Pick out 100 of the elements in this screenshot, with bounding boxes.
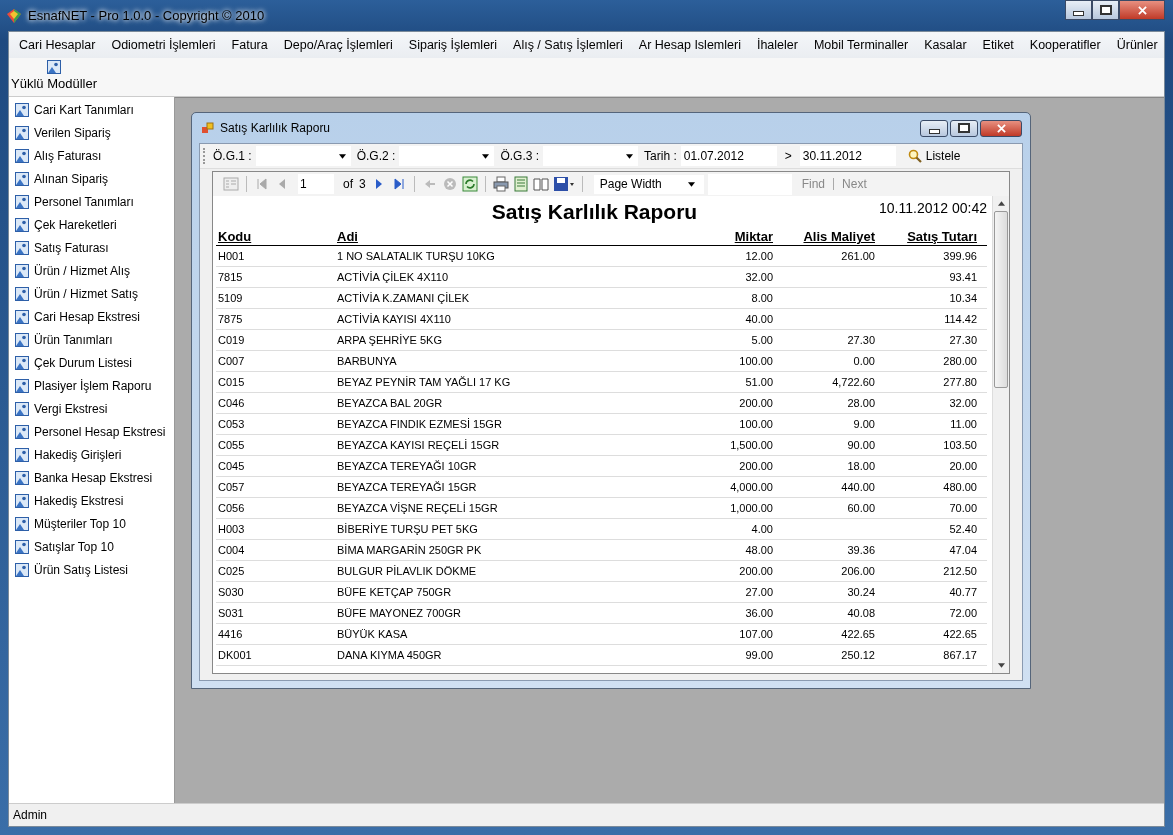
sidebar-item[interactable]: Cari Hesap Ekstresi (9, 305, 174, 328)
maximize-button[interactable] (1092, 0, 1119, 20)
table-cell-text: ACTİVİA KAYISI 4X110 (336, 313, 452, 325)
table-cell-text: BEYAZCA BAL 20GR (336, 397, 444, 409)
close-button[interactable] (980, 119, 1022, 137)
table-cell-text: C045 (217, 460, 246, 472)
date-from-field[interactable]: 01.07.2012 (680, 146, 777, 166)
table-cell-text: C004 (217, 544, 246, 556)
sidebar-item[interactable]: Personel Hesap Ekstresi (9, 420, 174, 443)
column-header: Satış Tutarı (906, 229, 978, 244)
menu-item[interactable]: Ar Hesap Islemleri (630, 38, 749, 52)
table-cell-text: 51.00 (744, 376, 774, 388)
table-cell-text: 7815 (217, 271, 244, 283)
page-setup-icon[interactable] (532, 176, 549, 192)
scroll-down-icon[interactable] (997, 663, 1005, 668)
sidebar-item[interactable]: Ürün / Hizmet Alış (9, 259, 174, 282)
table-cell-text: 40.77 (948, 586, 978, 598)
sidebar-item[interactable]: Cari Kart Tanımları (9, 98, 174, 121)
sidebar-item[interactable]: Hakediş Ekstresi (9, 489, 174, 512)
close-button[interactable] (1119, 0, 1165, 20)
table-cell-text: H001 (217, 250, 246, 262)
table-cell-text: 30.24 (846, 586, 876, 598)
table-cell-text: 100.00 (738, 418, 774, 430)
table-cell-text: BEYAZCA KAYISI REÇELİ 15GR (336, 439, 501, 451)
picture-icon (15, 102, 29, 117)
sidebar-item[interactable]: Ürün Satış Listesi (9, 558, 174, 581)
table-cell-text: C053 (217, 418, 246, 430)
sidebar-item[interactable]: Çek Durum Listesi (9, 351, 174, 374)
table-cell-text: 40.08 (846, 607, 876, 619)
sidebar-item[interactable]: Satış Faturası (9, 236, 174, 259)
sidebar-item[interactable]: Ürün Tanımları (9, 328, 174, 351)
scrollbar[interactable] (992, 196, 1009, 673)
page-number-field[interactable]: 1 (298, 174, 334, 194)
picture-icon (47, 60, 61, 74)
print-icon[interactable] (492, 176, 509, 192)
table-cell-text: C019 (217, 334, 246, 346)
minimize-button[interactable] (920, 119, 948, 137)
loaded-modules-button[interactable]: Yüklü Modüller (9, 58, 97, 96)
save-icon[interactable] (552, 176, 575, 192)
maximize-button[interactable] (950, 119, 978, 137)
menu-item[interactable]: Ürünler (1108, 38, 1166, 52)
menu-item[interactable]: Cari Hesaplar (11, 38, 104, 52)
close-icon (1137, 5, 1147, 15)
table-cell-text: S030 (217, 586, 245, 598)
picture-icon (15, 309, 29, 324)
sidebar-item[interactable]: Müşteriler Top 10 (9, 512, 174, 535)
sidebar-item[interactable]: Alış Faturası (9, 144, 174, 167)
menu-item[interactable]: İhaleler (748, 38, 806, 52)
table-cell-text: 8.00 (750, 292, 774, 304)
table-cell-text: BÜFE MAYONEZ 700GR (336, 607, 462, 619)
menu-item[interactable]: Etiket (974, 38, 1022, 52)
column-header: Adi (336, 229, 359, 244)
table-cell-text: 206.00 (840, 565, 876, 577)
sidebar-item[interactable]: Satışlar Top 10 (9, 535, 174, 558)
table-cell-text: 60.00 (846, 502, 876, 514)
table-cell-text: 20.00 (948, 460, 978, 472)
sidebar-item[interactable]: Banka Hesap Ekstresi (9, 466, 174, 489)
sidebar-item[interactable]: Vergi Ekstresi (9, 397, 174, 420)
menu-item[interactable]: Odiometri İşlemleri (103, 38, 224, 52)
zoom-dropdown[interactable]: Page Width (593, 174, 704, 194)
table-cell-text: 5.00 (750, 334, 774, 346)
sidebar-item[interactable]: Alınan Sipariş (9, 167, 174, 190)
table-cell-text: 48.00 (744, 544, 774, 556)
menu-item[interactable]: Kooperatifler (1021, 38, 1109, 52)
table-cell-text: 39.36 (846, 544, 876, 556)
menu-item[interactable]: Mobil Terminaller (805, 38, 917, 52)
table-cell-text: 440.00 (840, 481, 876, 493)
minimize-button[interactable] (1065, 0, 1092, 20)
menu-item[interactable]: Fatura (223, 38, 276, 52)
sidebar-item[interactable]: Personel Tanımları (9, 190, 174, 213)
menu-item[interactable]: Sipariş İşlemleri (400, 38, 506, 52)
picture-icon (15, 447, 29, 462)
date-to-field[interactable]: 30.11.2012 (799, 146, 896, 166)
caret-icon (626, 153, 634, 159)
menu-item[interactable]: Alış / Satış İşlemleri (505, 38, 631, 52)
refresh-icon[interactable] (461, 176, 478, 192)
table-cell-text: DANA KIYMA 450GR (336, 649, 443, 661)
sidebar-item[interactable]: Çek Hareketleri (9, 213, 174, 236)
sidebar-item[interactable]: Verilen Sipariş (9, 121, 174, 144)
scroll-up-icon[interactable] (997, 201, 1005, 206)
table-cell-text: 27.00 (744, 586, 774, 598)
table-cell-text: BEYAZCA FINDIK EZMESİ 15GR (336, 418, 503, 430)
table-cell-text: 107.00 (738, 628, 774, 640)
picture-icon (15, 332, 29, 347)
menu-item[interactable]: Depo/Araç İşlemleri (275, 38, 401, 52)
table-cell-text: 72.00 (948, 607, 978, 619)
table-cell-text: 200.00 (738, 460, 774, 472)
sidebar-item[interactable]: Hakediş Girişleri (9, 443, 174, 466)
menu-item[interactable]: Kasalar (916, 38, 975, 52)
sidebar-item[interactable]: Ürün / Hizmet Satış (9, 282, 174, 305)
table-cell-text: 4,000.00 (729, 481, 774, 493)
picture-icon (15, 355, 29, 370)
list-button[interactable]: Listele (901, 148, 967, 164)
search-icon (907, 149, 922, 163)
table-cell-text: C056 (217, 502, 246, 514)
sidebar-item[interactable]: Plasiyer İşlem Raporu (9, 374, 174, 397)
picture-icon (15, 240, 29, 255)
table-cell-text: 200.00 (738, 397, 774, 409)
table-cell-text: BULGUR PİLAVLIK DÖKME (336, 565, 478, 577)
find-field[interactable] (707, 173, 792, 195)
